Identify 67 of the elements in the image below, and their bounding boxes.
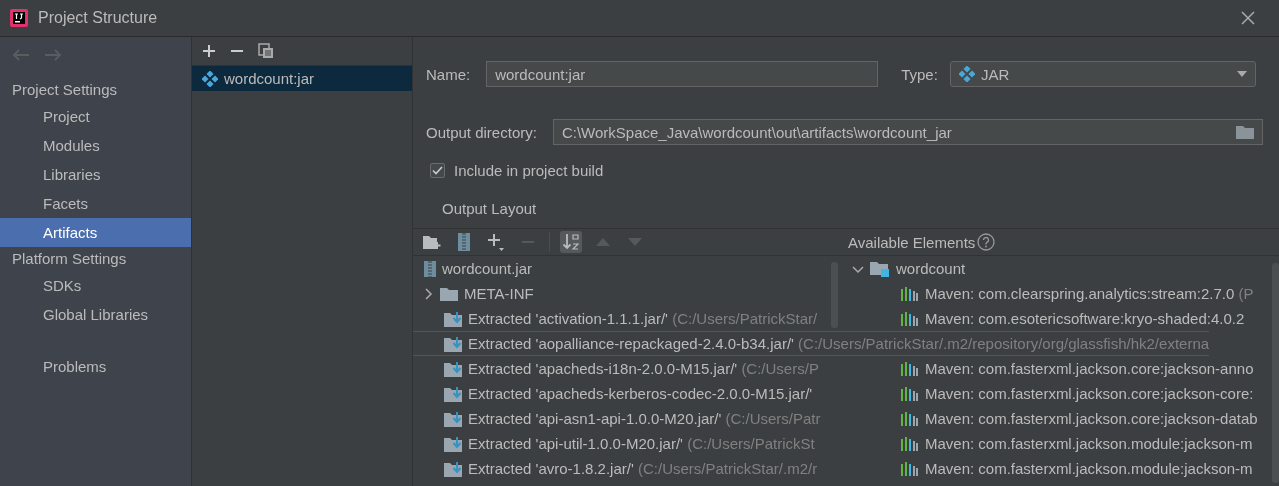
archive-icon — [424, 260, 436, 277]
checkbox[interactable] — [430, 162, 445, 178]
artifact-icon — [202, 70, 218, 87]
dropdown-arrow-icon — [1236, 71, 1247, 77]
tree-item[interactable]: Maven: com.clearspring.analytics:stream:2.7.0 (P — [842, 281, 1254, 306]
extracted-folder-icon — [444, 335, 462, 352]
output-directory-field[interactable]: C:\WorkSpace_Java\wordcount\out\artifacts\wordcount_jar — [552, 119, 1263, 145]
sidebar-item[interactable]: Problems — [0, 352, 191, 381]
tree-item[interactable]: Maven: com.esotericsoftware:kryo-shaded:4.0.2 — [842, 306, 1245, 331]
tree-item[interactable]: Maven: com.fasterxml.jackson.core:jackson-anno — [842, 356, 1254, 381]
tree-item[interactable]: Extracted 'activation-1.1.1.jar/' (C:/Users/PatrickStar/ — [413, 306, 818, 331]
extracted-folder-icon — [444, 460, 462, 477]
field-label: Name: — [426, 65, 471, 83]
checkbox-label: Include in project build — [454, 161, 604, 179]
tree-item[interactable]: Extracted 'avro-1.8.2.jar/' (C:/Users/PatrickStar/.m2/r — [413, 456, 818, 481]
tree-item[interactable]: wordcount — [842, 256, 966, 281]
artifact-icon — [958, 66, 975, 82]
sidebar-item[interactable]: Modules — [0, 131, 191, 160]
extracted-folder-icon — [444, 360, 462, 377]
extracted-folder-icon — [444, 385, 462, 402]
sidebar-item[interactable]: Libraries — [0, 160, 191, 189]
tree-item[interactable]: Extracted 'api-asn1-api-1.0.0-M20.jar/' (C:/Users/Patr — [413, 406, 821, 431]
folder-icon[interactable] — [1236, 125, 1254, 139]
add-icon[interactable] — [202, 44, 216, 58]
window-title: Project Structure — [38, 9, 159, 27]
tree-item[interactable]: META-INF — [413, 281, 534, 306]
module-folder-icon — [870, 260, 890, 277]
extracted-folder-icon — [444, 410, 462, 427]
tree-item[interactable]: Maven: com.fasterxml.jackson.module:jackson-m — [842, 456, 1253, 481]
tree-item[interactable]: Maven: com.fasterxml.jackson.module:jackson-m — [842, 431, 1253, 456]
extracted-folder-icon — [444, 435, 462, 452]
tree-item[interactable]: Extracted 'api-util-1.0.0-M20.jar/' (C:/Users/PatrickSt — [413, 431, 815, 456]
sidebar-section-title: Platform Settings — [11, 249, 128, 269]
sort-icon[interactable] — [560, 231, 582, 253]
add-icon[interactable] — [485, 231, 507, 253]
sidebar-section-title: Project Settings — [11, 80, 119, 100]
tree-item[interactable]: Extracted 'apacheds-i18n-2.0.0-M15.jar/' (C:/Users/P — [413, 356, 819, 381]
section-title: Output Layout — [441, 199, 538, 219]
name-field[interactable]: wordcount:jar — [486, 61, 879, 87]
app-logo-icon — [10, 9, 28, 27]
library-icon — [901, 286, 919, 301]
help-icon[interactable] — [977, 233, 996, 251]
field-label: Output directory: — [426, 123, 537, 141]
library-icon — [901, 386, 919, 401]
tree-item[interactable]: Extracted 'apacheds-kerberos-codec-2.0.0-M15.jar/' — [413, 381, 813, 406]
tree-item[interactable]: Maven: com.fasterxml.jackson.core:jackson-datab — [842, 406, 1258, 431]
library-icon — [901, 311, 919, 326]
copy-icon[interactable] — [258, 43, 274, 59]
extracted-folder-icon — [444, 310, 462, 327]
type-dropdown[interactable]: JAR — [949, 61, 1256, 87]
close-icon[interactable] — [1241, 11, 1255, 25]
tree-item[interactable]: Extracted 'aopalliance-repackaged-2.4.0-b34.jar/' (C:/Users/PatrickStar/.m2/repository/org/glassfish/hk2/externa — [413, 331, 1210, 356]
section-title: Available Elements — [848, 233, 976, 251]
sidebar-item[interactable]: SDKs — [0, 271, 191, 300]
library-icon — [901, 461, 919, 476]
artifact-list-item[interactable]: wordcount:jar — [192, 66, 412, 91]
sidebar-item[interactable]: Global Libraries — [0, 300, 191, 329]
tree-item[interactable]: wordcount.jar — [413, 256, 533, 281]
sidebar-item[interactable]: Facets — [0, 189, 191, 218]
library-icon — [901, 436, 919, 451]
sidebar-item[interactable]: Artifacts — [0, 218, 191, 247]
library-icon — [901, 411, 919, 426]
library-icon — [901, 361, 919, 376]
field-label: Type: — [901, 65, 938, 83]
sidebar-item[interactable]: Project — [0, 102, 191, 131]
tree-item[interactable]: Maven: com.fasterxml.jackson.core:jackson-core: — [842, 381, 1254, 406]
folder-icon — [440, 286, 458, 301]
